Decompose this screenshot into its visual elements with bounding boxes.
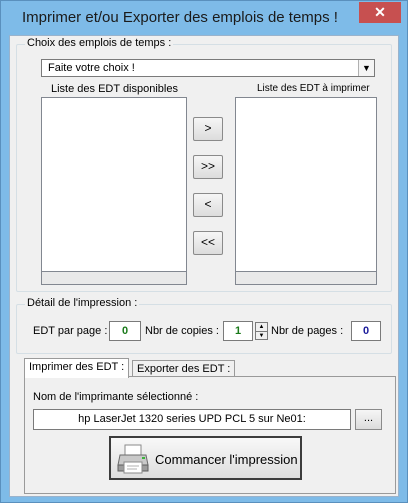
- title-bar[interactable]: Imprimer et/ou Exporter des emplois de t…: [1, 1, 407, 35]
- copies-field[interactable]: 1: [223, 321, 253, 341]
- edt-choice-value: Faite votre choix !: [48, 62, 135, 74]
- choice-group-legend: Choix des emplois de temps :: [25, 37, 174, 49]
- to-print-list-label: Liste des EDT à imprimer: [257, 83, 370, 94]
- remove-one-button[interactable]: <: [193, 193, 223, 217]
- choice-groupbox: Choix des emplois de temps : Faite votre…: [16, 37, 392, 292]
- edt-choice-combo[interactable]: Faite votre choix ! ▼: [41, 59, 375, 77]
- available-list-label: Liste des EDT disponibles: [51, 83, 178, 95]
- add-all-button[interactable]: >>: [193, 155, 223, 179]
- spin-down-icon[interactable]: ▼: [256, 332, 267, 340]
- browse-printer-button[interactable]: ...: [355, 409, 382, 430]
- available-list-scrollbar[interactable]: [41, 271, 187, 285]
- chevron-down-icon[interactable]: ▼: [358, 60, 374, 76]
- pages-label: Nbr de pages :: [271, 325, 344, 337]
- print-tab-panel: Nom de l'imprimante sélectionné : hp Las…: [24, 376, 396, 494]
- start-print-label: Commancer l'impression: [155, 452, 298, 467]
- detail-groupbox: Détail de l'impression : EDT par page : …: [16, 297, 392, 354]
- remove-all-button[interactable]: <<: [193, 231, 223, 255]
- spin-up-icon[interactable]: ▲: [256, 323, 267, 332]
- dialog-body: Choix des emplois de temps : Faite votre…: [9, 35, 399, 497]
- printer-name-field[interactable]: hp LaserJet 1320 series UPD PCL 5 sur Ne…: [33, 409, 351, 430]
- app-window: Imprimer et/ou Exporter des emplois de t…: [0, 0, 408, 503]
- printer-icon: [117, 444, 149, 474]
- start-print-button[interactable]: Commancer l'impression: [109, 436, 302, 480]
- to-print-edt-list[interactable]: [235, 97, 377, 273]
- add-one-button[interactable]: >: [193, 117, 223, 141]
- close-button[interactable]: ✕: [359, 2, 401, 23]
- copies-spinner[interactable]: ▲ ▼: [255, 322, 268, 340]
- to-print-list-scrollbar[interactable]: [235, 271, 377, 285]
- window-title: Imprimer et/ou Exporter des emplois de t…: [22, 9, 338, 26]
- available-edt-list[interactable]: [41, 97, 187, 273]
- detail-group-legend: Détail de l'impression :: [25, 297, 140, 309]
- tab-print[interactable]: Imprimer des EDT :: [24, 358, 130, 378]
- edt-per-page-label: EDT par page :: [33, 325, 108, 337]
- copies-label: Nbr de copies :: [145, 325, 219, 337]
- pages-field[interactable]: 0: [351, 321, 381, 341]
- printer-name-label: Nom de l'imprimante sélectionné :: [33, 391, 199, 403]
- edt-per-page-field[interactable]: 0: [109, 321, 141, 341]
